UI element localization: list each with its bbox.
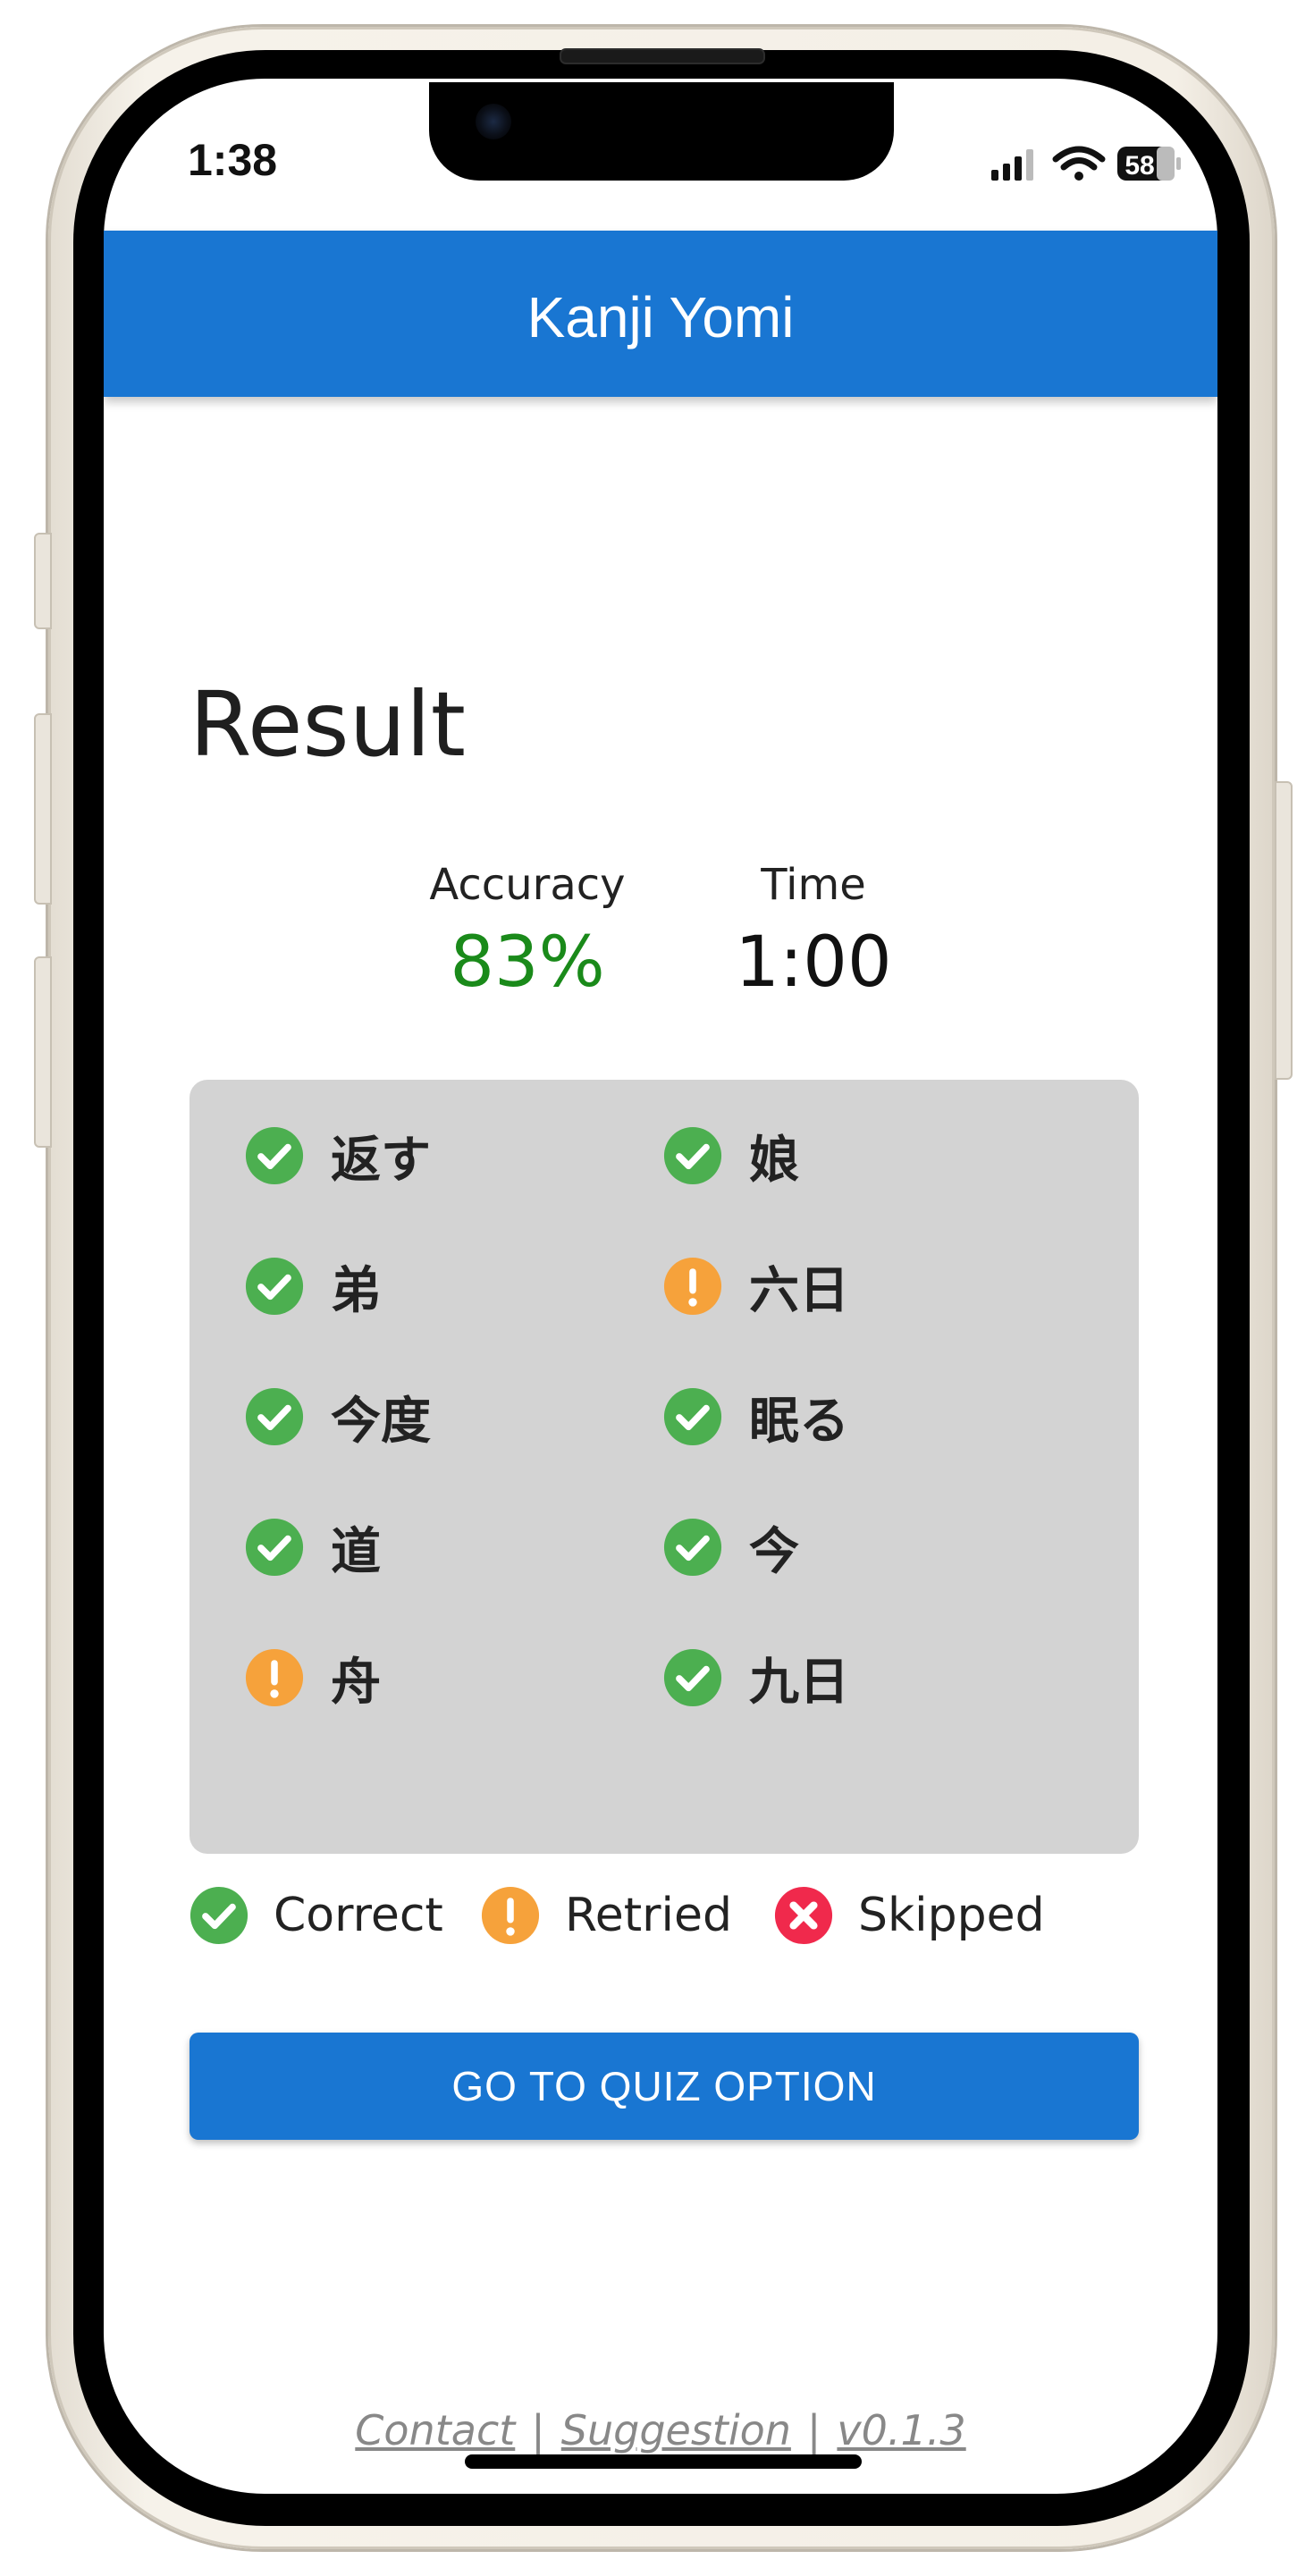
go-to-quiz-option-button[interactable]: GO TO QUIZ OPTION — [190, 2033, 1139, 2140]
result-item-word: 九日 — [749, 1653, 849, 1712]
legend-skipped-label: Skipped — [858, 1889, 1045, 1942]
exclamation-circle-icon — [663, 1257, 722, 1316]
result-item: 六日 — [663, 1255, 849, 1320]
app-bar: Kanji Yomi — [104, 231, 1217, 397]
app-title: Kanji Yomi — [526, 285, 795, 349]
result-item-word: 舟 — [331, 1653, 381, 1712]
cellular-signal-icon — [991, 149, 1033, 181]
exclamation-circle-icon — [245, 1648, 304, 1707]
check-circle-icon — [245, 1257, 304, 1316]
time-value: 1:00 — [735, 922, 892, 1003]
result-item: 今度 — [245, 1385, 431, 1451]
exclamation-circle-icon — [481, 1886, 540, 1945]
check-circle-icon — [245, 1387, 304, 1446]
result-item: 弟 — [245, 1255, 381, 1320]
suggestion-link[interactable]: Suggestion — [561, 2406, 791, 2454]
result-item-word: 弟 — [331, 1261, 381, 1320]
check-circle-icon — [663, 1648, 722, 1707]
result-item: 眠る — [663, 1385, 849, 1451]
result-item-word: 眠る — [749, 1392, 849, 1451]
result-item-word: 娘 — [749, 1131, 799, 1190]
accuracy-value: 83% — [450, 922, 605, 1003]
legend-retried-label: Retried — [565, 1889, 733, 1942]
result-item-word: 今度 — [331, 1392, 431, 1451]
legend-correct-label: Correct — [274, 1889, 443, 1942]
mute-switch — [34, 533, 52, 629]
result-item: 娘 — [663, 1124, 799, 1190]
result-item: 今 — [663, 1516, 799, 1581]
version-link[interactable]: v0.1.3 — [837, 2406, 965, 2454]
check-circle-icon — [245, 1126, 304, 1185]
result-item: 返す — [245, 1124, 431, 1190]
check-circle-icon — [663, 1387, 722, 1446]
status-icons: 58 — [991, 146, 1181, 181]
result-item: 道 — [245, 1516, 381, 1581]
legend-retried: Retried — [481, 1884, 732, 1947]
result-item-word: 道 — [331, 1522, 381, 1581]
power-button — [1275, 781, 1293, 1080]
result-item-word: 今 — [749, 1522, 799, 1581]
result-item: 九日 — [663, 1646, 849, 1712]
footer-links: Contact | Suggestion | v0.1.3 — [104, 2406, 1217, 2454]
result-item: 舟 — [245, 1646, 381, 1712]
footer-separator: | — [806, 2406, 821, 2454]
page-title: Result — [190, 672, 466, 777]
check-circle-icon — [245, 1518, 304, 1577]
home-indicator — [465, 2454, 862, 2469]
front-camera — [476, 104, 511, 139]
footer-separator: | — [531, 2406, 545, 2454]
results-grid — [190, 1080, 1139, 1854]
time-label: Time — [761, 860, 866, 910]
battery-icon: 58 — [1117, 147, 1181, 181]
check-circle-icon — [663, 1126, 722, 1185]
volume-up-button — [34, 713, 52, 905]
volume-down-button — [34, 956, 52, 1148]
contact-link[interactable]: Contact — [355, 2406, 515, 2454]
legend-skipped: Skipped — [774, 1884, 1045, 1947]
speaker-grille — [560, 48, 765, 64]
battery-level-text: 58 — [1124, 151, 1154, 181]
accuracy-label: Accuracy — [429, 860, 626, 910]
legend-correct: Correct — [190, 1884, 443, 1947]
x-circle-icon — [774, 1886, 833, 1945]
result-item-word: 六日 — [749, 1261, 849, 1320]
status-time: 1:38 — [188, 135, 278, 185]
result-item-word: 返す — [331, 1131, 431, 1190]
check-circle-icon — [190, 1886, 248, 1945]
check-circle-icon — [663, 1518, 722, 1577]
wifi-icon — [1052, 146, 1106, 181]
